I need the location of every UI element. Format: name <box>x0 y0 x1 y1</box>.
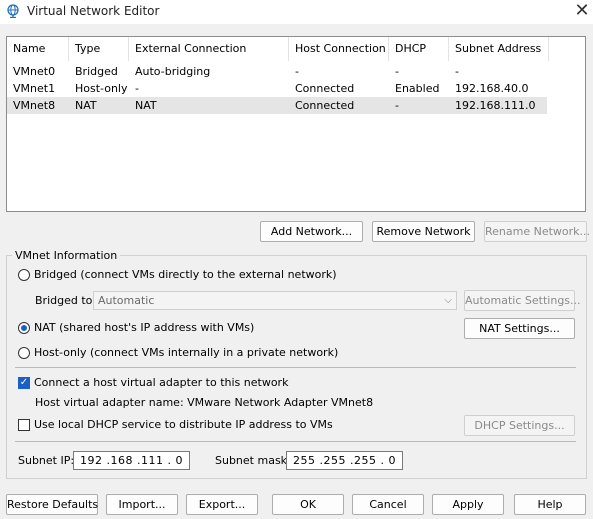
separator <box>15 441 576 442</box>
cell-subnet: 192.168.111.0 <box>455 99 536 112</box>
cell-type: Bridged <box>75 65 118 78</box>
cell-external: - <box>135 82 139 95</box>
column-header-name[interactable]: Name <box>7 37 69 61</box>
nat-label[interactable]: NAT (shared host's IP address with VMs) <box>34 321 254 334</box>
cell-dhcp: - <box>395 65 399 78</box>
cell-subnet: - <box>455 65 459 78</box>
host-only-label[interactable]: Host-only (connect VMs internally in a p… <box>34 346 338 359</box>
connect-adapter-checkbox[interactable]: ✓ <box>18 377 30 389</box>
separator <box>15 367 576 368</box>
chevron-down-icon: ⌵ <box>444 295 452 306</box>
cell-external: Auto-bridging <box>135 65 211 78</box>
cell-host: - <box>295 65 299 78</box>
nat-settings-button[interactable]: NAT Settings... <box>464 318 575 339</box>
bridged-label[interactable]: Bridged (connect VMs directly to the ext… <box>34 268 337 281</box>
bridged-radio[interactable] <box>18 269 30 281</box>
cancel-button[interactable]: Cancel <box>352 494 424 515</box>
host-only-radio[interactable] <box>18 347 30 359</box>
cell-type: Host-only <box>75 82 128 95</box>
bridged-to-value: Automatic <box>98 294 155 307</box>
apply-button[interactable]: Apply <box>432 494 504 515</box>
subnet-ip-label: Subnet IP: <box>18 454 75 467</box>
cell-external: NAT <box>135 99 157 112</box>
adapter-name-text: Host virtual adapter name: VMware Networ… <box>35 396 374 409</box>
group-label: VMnet Information <box>12 249 121 262</box>
import-button[interactable]: Import... <box>106 494 178 515</box>
dhcp-checkbox[interactable] <box>18 419 30 431</box>
cell-name: VMnet8 <box>13 99 56 112</box>
ok-button[interactable]: OK <box>272 494 344 515</box>
cell-name: VMnet1 <box>13 82 56 95</box>
globe-icon <box>6 4 20 19</box>
cell-dhcp: - <box>395 99 399 112</box>
cell-subnet: 192.168.40.0 <box>455 82 529 95</box>
cell-name: VMnet0 <box>13 65 56 78</box>
table-row[interactable]: VMnet8 NAT NAT Connected - 192.168.111.0 <box>7 97 547 114</box>
dhcp-settings-button[interactable]: DHCP Settings... <box>464 415 575 436</box>
automatic-settings-button[interactable]: Automatic Settings... <box>464 290 581 311</box>
column-header-external-connection[interactable]: External Connection <box>129 37 289 61</box>
subnet-ip-input[interactable]: 192 .168 .111 . 0 <box>73 451 190 470</box>
remove-network-button[interactable]: Remove Network <box>372 221 475 242</box>
add-network-button[interactable]: Add Network... <box>260 221 363 242</box>
column-header-dhcp[interactable]: DHCP <box>389 37 449 61</box>
subnet-mask-label: Subnet mask: <box>215 454 291 467</box>
cell-dhcp: Enabled <box>395 82 440 95</box>
rename-network-button[interactable]: Rename Network... <box>484 221 590 242</box>
column-header-host-connection[interactable]: Host Connection <box>289 37 389 61</box>
nat-radio[interactable] <box>18 322 30 334</box>
network-list[interactable]: Name Type External Connection Host Conne… <box>6 36 586 212</box>
dhcp-label[interactable]: Use local DHCP service to distribute IP … <box>34 418 333 431</box>
cell-host: Connected <box>295 82 355 95</box>
table-row[interactable]: VMnet0 Bridged Auto-bridging - - - <box>7 63 547 80</box>
cell-type: NAT <box>75 99 97 112</box>
help-button[interactable]: Help <box>514 494 586 515</box>
column-header-type[interactable]: Type <box>69 37 129 61</box>
column-header-subnet-address[interactable]: Subnet Address <box>449 37 549 61</box>
restore-defaults-button[interactable]: Restore Defaults <box>6 494 98 515</box>
window-title: Virtual Network Editor <box>27 4 160 18</box>
connect-adapter-label[interactable]: Connect a host virtual adapter to this n… <box>34 376 288 389</box>
bridged-to-label: Bridged to: <box>35 294 97 307</box>
close-icon[interactable]: ✕ <box>572 1 592 21</box>
table-row[interactable]: VMnet1 Host-only - Connected Enabled 192… <box>7 80 547 97</box>
subnet-mask-input[interactable]: 255 .255 .255 . 0 <box>286 451 403 470</box>
cell-host: Connected <box>295 99 355 112</box>
bridged-to-select[interactable]: Automatic ⌵ <box>93 291 457 310</box>
export-button[interactable]: Export... <box>186 494 258 515</box>
